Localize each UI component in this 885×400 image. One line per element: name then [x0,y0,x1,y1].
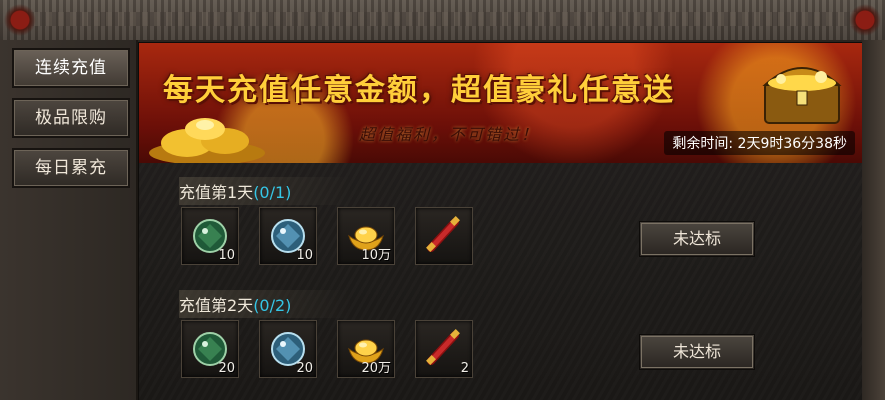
recharge-window: 连续充值 极品限购 每日累充 每天充值任意金额，超值豪礼任意送 超值福利，不可错… [0,0,885,400]
row-progress: (0/2) [253,296,292,315]
reward-slot[interactable]: 20 [181,320,239,378]
banner-title: 每天充值任意金额，超值豪礼任意送 [163,73,675,108]
ornament-right-icon [845,0,885,40]
banner-subtitle: 超值福利，不可错过！ [359,125,540,144]
reward-slot[interactable] [415,207,473,265]
reward-row-day1: 充值第1天(0/1) 10 10 10万 未达标 [179,169,819,281]
gold-pile-icon [149,118,265,163]
timer-value: 2天9时36分38秒 [737,136,847,152]
item-count: 20 [218,361,235,376]
row-title-text: 充值第1天 [179,183,254,202]
item-count: 20万 [361,361,391,376]
main-panel: 每天充值任意金额，超值豪礼任意送 超值福利，不可错过！ 剩余时间: 2天9时36… [138,42,864,400]
window-top-border [0,0,885,42]
reward-slot[interactable]: 10 [181,207,239,265]
event-banner: 每天充值任意金额，超值豪礼任意送 超值福利，不可错过！ 剩余时间: 2天9时36… [139,43,863,163]
item-count: 10 [218,248,235,263]
window-right-border [862,40,885,400]
row-title: 充值第1天(0/1) [179,177,352,205]
row-progress: (0/1) [253,183,292,202]
reward-slot[interactable]: 10 [259,207,317,265]
reward-row-day2: 充值第2天(0/2) 20 20 20万 2 未达标 [179,282,819,394]
item-count: 20 [296,361,313,376]
item-count: 2 [460,361,469,376]
row-title-text: 充值第2天 [179,296,254,315]
red-scroll-icon [426,216,460,252]
item-count: 10万 [361,248,391,263]
item-count: 10 [296,248,313,263]
reward-slot[interactable]: 20 [259,320,317,378]
treasure-chest-icon [762,67,842,124]
ornament-left-icon [0,0,40,40]
timer-label: 剩余时间: [672,136,734,152]
reward-slot[interactable]: 2 [415,320,473,378]
claim-button[interactable]: 未达标 [639,221,755,257]
sidebar: 连续充值 极品限购 每日累充 [0,40,138,400]
claim-button[interactable]: 未达标 [639,334,755,370]
tab-limited-purchase[interactable]: 极品限购 [12,98,130,138]
countdown-timer: 剩余时间: 2天9时36分38秒 [664,131,855,155]
tab-continuous-recharge[interactable]: 连续充值 [12,48,130,88]
reward-slot[interactable]: 20万 [337,320,395,378]
row-title: 充值第2天(0/2) [179,290,352,318]
reward-slot[interactable]: 10万 [337,207,395,265]
red-scroll-icon [426,329,460,365]
tab-daily-cumulative[interactable]: 每日累充 [12,148,130,188]
